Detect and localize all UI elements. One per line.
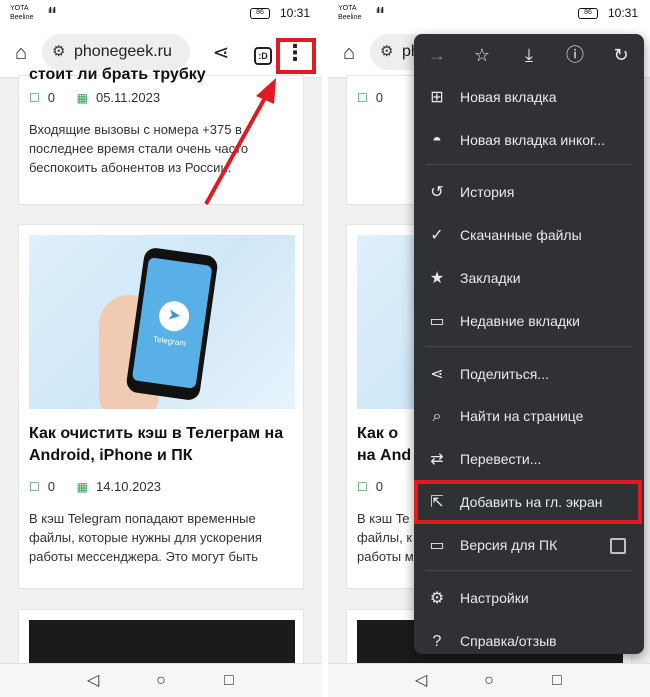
menu-item-history[interactable]: ↺ История	[414, 174, 644, 212]
carrier-label: YOTA Beeline	[338, 5, 362, 21]
home-icon[interactable]: ⌂	[336, 40, 362, 66]
settings-icon: ⚙	[429, 590, 445, 607]
add-box-icon: ⊞	[430, 89, 444, 106]
back-icon[interactable]: ◁	[410, 670, 432, 692]
system-nav-bar: ◁ ○ □	[0, 663, 322, 697]
menu-item-find-in-page[interactable]: ⌕ Найти на странице	[414, 398, 644, 436]
article-meta: ☐ 0	[357, 90, 383, 105]
menu-divider	[426, 164, 632, 165]
menu-item-bookmarks[interactable]: ★ Закладки	[414, 260, 644, 298]
desktop-site-checkbox[interactable]	[610, 538, 626, 554]
incognito-icon: ◓	[432, 132, 442, 149]
refresh-icon[interactable]: ↻	[608, 42, 634, 68]
help-icon: ?	[432, 633, 442, 650]
download-icon[interactable]: ⤓	[516, 42, 542, 68]
add-to-home-highlight-box	[414, 480, 642, 524]
menu-divider	[426, 346, 632, 347]
article-meta: ☐ 0	[357, 479, 383, 494]
menu-top-row: → ☆ ⤓ ⓘ ↻	[414, 34, 644, 76]
menu-item-downloads[interactable]: ✓ Скачанные файлы	[414, 217, 644, 255]
left-screenshot: YOTA Beeline ıll ıll 86 10:31 ⌂ ⚙ phoneg…	[0, 0, 322, 697]
find-in-page-icon: ⌕	[432, 408, 442, 425]
menu-item-help[interactable]: ? Справка/отзыв	[414, 623, 644, 654]
menu-item-share[interactable]: ⋖ Поделиться...	[414, 356, 644, 394]
site-settings-icon[interactable]: ⚙	[380, 42, 393, 60]
right-screenshot: YOTA Beeline ıll ıll 86 10:31 ⌂ ⚙ ph ☐ 0 …	[328, 0, 650, 697]
back-icon[interactable]: ◁	[82, 670, 104, 692]
battery-icon: 86	[578, 8, 598, 19]
system-nav-bar: ◁ ○ □	[328, 663, 650, 697]
menu-item-desktop-site[interactable]: ▭ Версия для ПК	[414, 527, 644, 565]
recents-icon[interactable]: □	[546, 670, 568, 692]
star-filled-icon: ★	[429, 270, 445, 287]
comment-icon: ☐	[357, 480, 368, 494]
forward-icon[interactable]: →	[424, 42, 450, 68]
status-bar: YOTA Beeline ıll ıll 86 10:31	[328, 0, 650, 28]
home-nav-icon[interactable]: ○	[478, 670, 500, 692]
menu-item-settings[interactable]: ⚙ Настройки	[414, 580, 644, 618]
translate-icon: ⇄	[430, 451, 444, 468]
recents-icon[interactable]: □	[218, 670, 240, 692]
download-done-icon: ✓	[430, 227, 444, 244]
menu-divider	[426, 570, 632, 571]
desktop-icon: ▭	[429, 537, 445, 554]
devices-icon: ▭	[429, 313, 445, 330]
comment-icon: ☐	[357, 91, 368, 105]
star-icon[interactable]: ☆	[469, 42, 495, 68]
signal-icon: ıll ıll	[376, 6, 384, 15]
share-icon: ⋖	[430, 366, 444, 383]
menu-item-translate[interactable]: ⇄ Перевести...	[414, 441, 644, 479]
home-nav-icon[interactable]: ○	[150, 670, 172, 692]
red-arrow-annotation	[204, 78, 276, 205]
menu-item-recent-tabs[interactable]: ▭ Недавние вкладки	[414, 303, 644, 341]
info-icon[interactable]: ⓘ	[562, 42, 588, 68]
history-icon: ↺	[430, 184, 444, 201]
menu-item-incognito[interactable]: ◓ Новая вкладка инког...	[414, 122, 644, 160]
menu-item-new-tab[interactable]: ⊞ Новая вкладка	[414, 79, 644, 117]
menu-highlight-box	[276, 38, 316, 74]
clock: 10:31	[607, 6, 638, 20]
chrome-overflow-menu: → ☆ ⤓ ⓘ ↻ ⊞ Новая вкладка ◓ Новая вкладк…	[414, 34, 644, 654]
